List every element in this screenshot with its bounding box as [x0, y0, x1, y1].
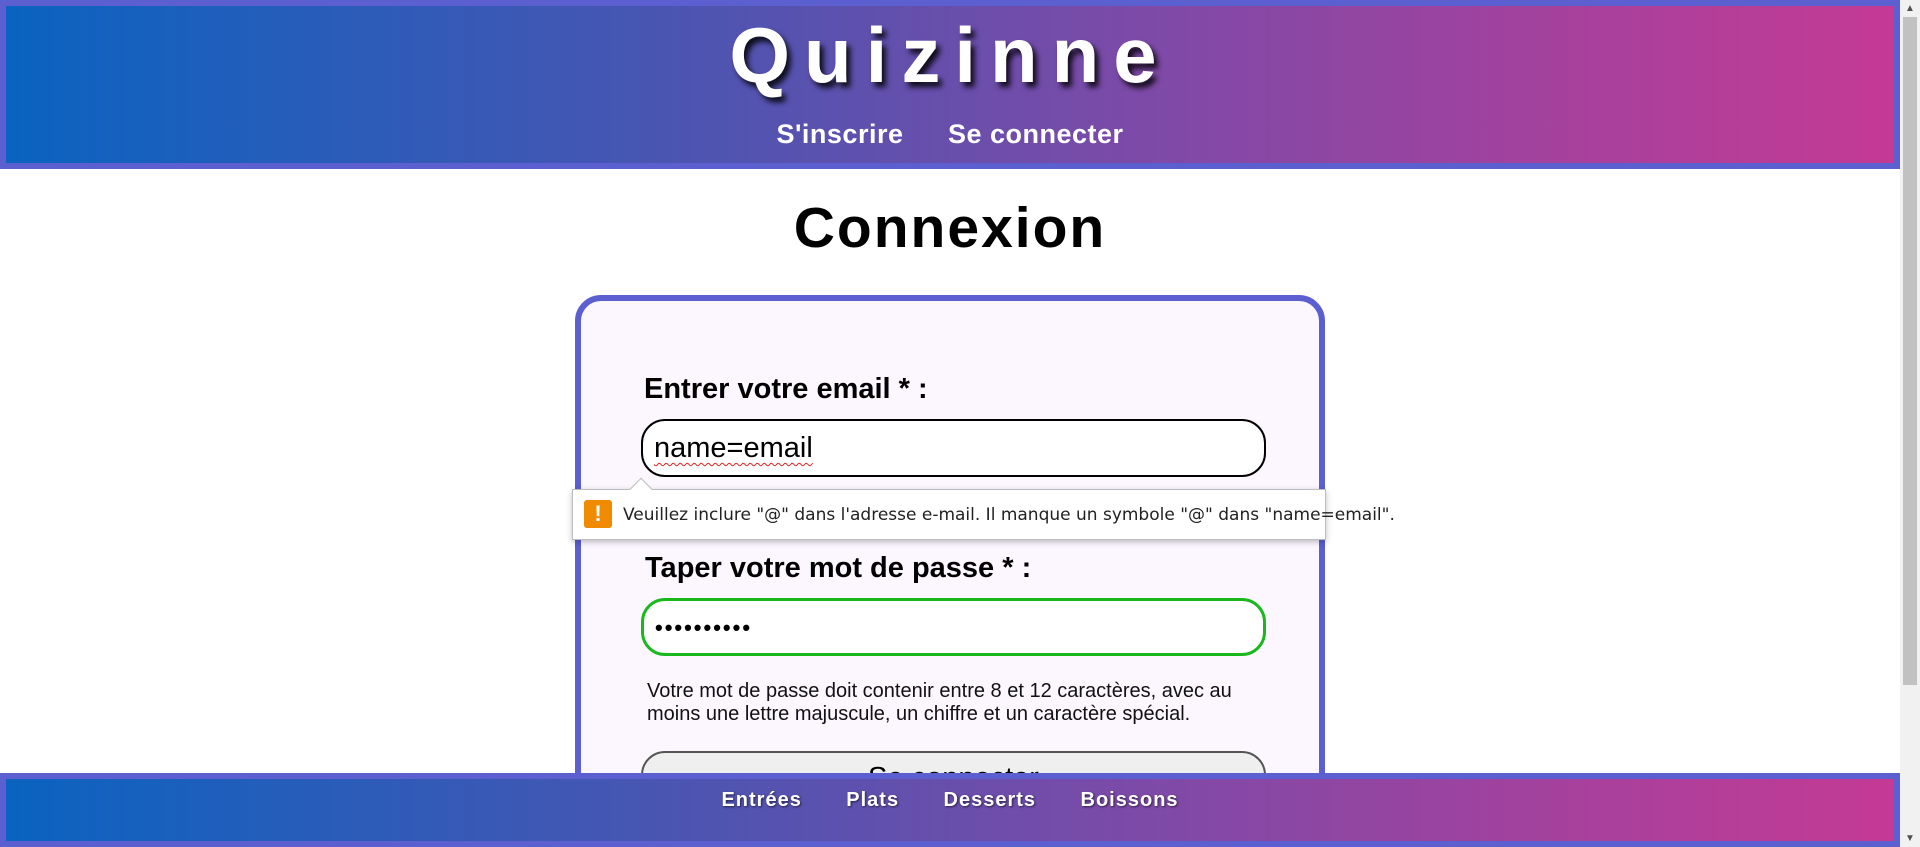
scroll-down-arrow-icon[interactable]: ▼: [1900, 830, 1920, 847]
top-nav: S'inscrire Se connecter: [6, 119, 1894, 150]
site-title[interactable]: Quizinne: [6, 10, 1894, 101]
nav-link-login[interactable]: Se connecter: [948, 119, 1124, 150]
email-field[interactable]: name=email: [641, 419, 1266, 477]
tooltip-message: Veuillez inclure "@" dans l'adresse e-ma…: [623, 505, 1395, 525]
nav-link-signup[interactable]: S'inscrire: [776, 119, 903, 150]
email-value: name=email: [654, 432, 813, 464]
warning-icon: !: [584, 500, 612, 528]
site-footer: Entrées Plats Desserts Boissons: [0, 773, 1900, 847]
footer-link-desserts[interactable]: Desserts: [944, 789, 1037, 812]
password-label: Taper votre mot de passe * :: [645, 552, 1032, 584]
footer-nav: Entrées Plats Desserts Boissons: [6, 789, 1894, 812]
login-form: Entrer votre email * : name=email Taper …: [575, 295, 1325, 847]
page-title: Connexion: [793, 196, 1107, 260]
vertical-scrollbar[interactable]: ▲ ▼: [1900, 0, 1920, 847]
page: Quizinne S'inscrire Se connecter Connexi…: [0, 0, 1900, 847]
password-field[interactable]: ••••••••••: [641, 598, 1266, 656]
footer-link-entrees[interactable]: Entrées: [721, 789, 801, 812]
password-hint: Votre mot de passe doit contenir entre 8…: [647, 680, 1232, 725]
scroll-up-arrow-icon[interactable]: ▲: [1900, 0, 1920, 17]
email-label: Entrer votre email * :: [644, 373, 928, 405]
site-header: Quizinne S'inscrire Se connecter: [0, 0, 1900, 169]
validation-tooltip: ! Veuillez inclure "@" dans l'adresse e-…: [572, 477, 1395, 540]
footer-link-boissons[interactable]: Boissons: [1081, 789, 1179, 812]
scrollbar-thumb[interactable]: [1903, 17, 1917, 685]
footer-link-plats[interactable]: Plats: [846, 789, 899, 812]
password-value: ••••••••••: [655, 615, 753, 640]
